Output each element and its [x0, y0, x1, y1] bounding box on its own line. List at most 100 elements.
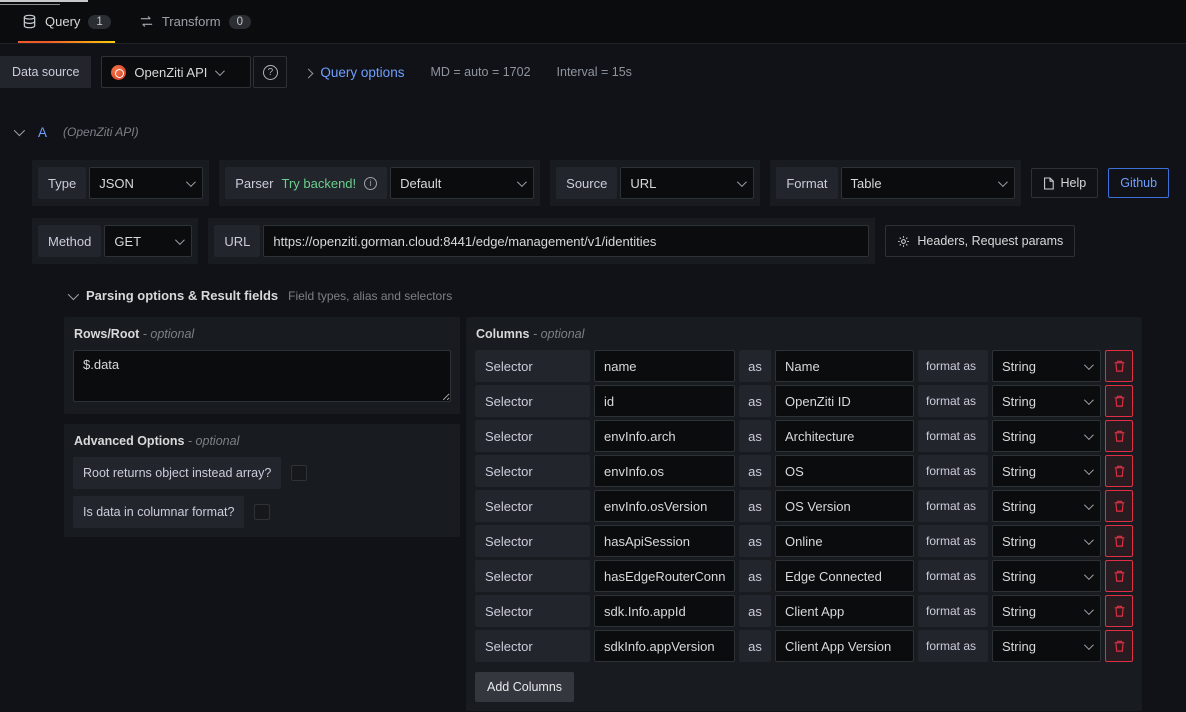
column-selector-input[interactable] — [594, 350, 735, 382]
column-row: Selector as format as String — [475, 490, 1133, 522]
source-select-value: URL — [630, 176, 656, 191]
datasource-name: OpenZiti API — [134, 65, 207, 80]
column-format-value: String — [1002, 394, 1036, 409]
format-select[interactable]: Table — [841, 167, 1015, 199]
column-alias-input[interactable] — [775, 385, 914, 417]
selector-label: Selector — [475, 490, 590, 522]
section-collapse-chevron-icon[interactable] — [68, 288, 79, 299]
collapse-chevron-icon[interactable] — [14, 125, 25, 136]
columns-rows: Selector as format as String Selector as… — [475, 350, 1133, 662]
parser-select[interactable]: Default — [390, 167, 534, 199]
trash-icon — [1113, 534, 1126, 548]
column-format-select[interactable]: String — [992, 490, 1101, 522]
info-circle-icon[interactable]: i — [364, 177, 377, 190]
column-alias-input[interactable] — [775, 525, 914, 557]
delete-column-button[interactable] — [1105, 490, 1133, 522]
format-as-label: format as — [918, 350, 988, 382]
rows-root-textarea[interactable] — [73, 350, 451, 402]
delete-column-button[interactable] — [1105, 560, 1133, 592]
delete-column-button[interactable] — [1105, 455, 1133, 487]
column-selector-input[interactable] — [594, 455, 735, 487]
github-button[interactable]: Github — [1108, 168, 1169, 198]
column-alias-input[interactable] — [775, 560, 914, 592]
column-selector-input[interactable] — [594, 630, 735, 662]
column-selector-input[interactable] — [594, 490, 735, 522]
rows-root-panel: Rows/Root - optional — [64, 317, 460, 414]
column-format-select[interactable]: String — [992, 560, 1101, 592]
chevron-down-icon — [997, 177, 1007, 187]
chevron-down-icon — [1084, 500, 1094, 510]
document-icon — [1043, 177, 1054, 190]
column-alias-input[interactable] — [775, 595, 914, 627]
type-select[interactable]: JSON — [89, 167, 203, 199]
method-select[interactable]: GET — [104, 225, 192, 257]
as-label: as — [739, 420, 771, 452]
column-format-select[interactable]: String — [992, 630, 1101, 662]
trash-icon — [1113, 499, 1126, 513]
column-format-select[interactable]: String — [992, 385, 1101, 417]
delete-column-button[interactable] — [1105, 630, 1133, 662]
tab-query-count-badge: 1 — [88, 15, 110, 29]
source-select[interactable]: URL — [620, 167, 754, 199]
trash-icon — [1113, 359, 1126, 373]
headers-request-params-button[interactable]: Headers, Request params — [885, 225, 1075, 257]
delete-column-button[interactable] — [1105, 350, 1133, 382]
source-field-group: Source URL — [550, 160, 760, 206]
trash-icon — [1113, 429, 1126, 443]
selector-label: Selector — [475, 525, 590, 557]
column-selector-input[interactable] — [594, 595, 735, 627]
column-row: Selector as format as String — [475, 630, 1133, 662]
url-input[interactable] — [263, 225, 869, 257]
help-button[interactable]: Help — [1031, 168, 1099, 198]
tab-transform[interactable]: Transform 0 — [125, 0, 265, 43]
column-alias-input[interactable] — [775, 490, 914, 522]
column-alias-input[interactable] — [775, 455, 914, 487]
tab-transform-label: Transform — [162, 14, 221, 29]
add-columns-button[interactable]: Add Columns — [475, 672, 574, 702]
column-format-select[interactable]: String — [992, 525, 1101, 557]
column-row: Selector as format as String — [475, 420, 1133, 452]
column-selector-input[interactable] — [594, 560, 735, 592]
column-format-select[interactable]: String — [992, 350, 1101, 382]
chevron-down-icon — [1084, 395, 1094, 405]
query-options-link[interactable]: Query options — [320, 65, 404, 80]
selector-label: Selector — [475, 630, 590, 662]
column-selector-input[interactable] — [594, 420, 735, 452]
parsing-section-title: Parsing options & Result fields — [86, 288, 278, 303]
delete-column-button[interactable] — [1105, 385, 1133, 417]
column-row: Selector as format as String — [475, 385, 1133, 417]
delete-column-button[interactable] — [1105, 595, 1133, 627]
query-ref-id[interactable]: A — [38, 125, 47, 140]
columnar-format-checkbox[interactable] — [254, 504, 270, 520]
column-format-select[interactable]: String — [992, 595, 1101, 627]
rows-root-heading-text: Rows/Root — [74, 327, 139, 341]
as-label: as — [739, 350, 771, 382]
datasource-picker[interactable]: OpenZiti API — [101, 56, 251, 88]
column-format-value: String — [1002, 639, 1036, 654]
column-alias-input[interactable] — [775, 630, 914, 662]
optional-hint: - optional — [143, 327, 194, 341]
headers-button-label: Headers, Request params — [917, 234, 1063, 248]
selector-label: Selector — [475, 420, 590, 452]
datasource-help-button[interactable]: ? — [253, 56, 287, 88]
trash-icon — [1113, 604, 1126, 618]
column-alias-input[interactable] — [775, 420, 914, 452]
root-returns-object-label: Root returns object instead array? — [73, 457, 281, 489]
column-format-select[interactable]: String — [992, 420, 1101, 452]
column-selector-input[interactable] — [594, 525, 735, 557]
as-label: as — [739, 630, 771, 662]
interval-info: Interval = 15s — [557, 65, 632, 79]
editor-row-2: Method GET URL Headers, Request params — [32, 218, 1164, 264]
column-format-select[interactable]: String — [992, 455, 1101, 487]
root-returns-object-checkbox[interactable] — [291, 465, 307, 481]
tab-query[interactable]: Query 1 — [8, 0, 125, 43]
trash-icon — [1113, 394, 1126, 408]
delete-column-button[interactable] — [1105, 420, 1133, 452]
delete-column-button[interactable] — [1105, 525, 1133, 557]
columns-panel: Columns - optional Selector as format as… — [466, 317, 1142, 711]
column-alias-input[interactable] — [775, 350, 914, 382]
format-as-label: format as — [918, 385, 988, 417]
format-as-label: format as — [918, 420, 988, 452]
editor-row-1-buttons: Help Github — [1031, 168, 1186, 198]
column-selector-input[interactable] — [594, 385, 735, 417]
